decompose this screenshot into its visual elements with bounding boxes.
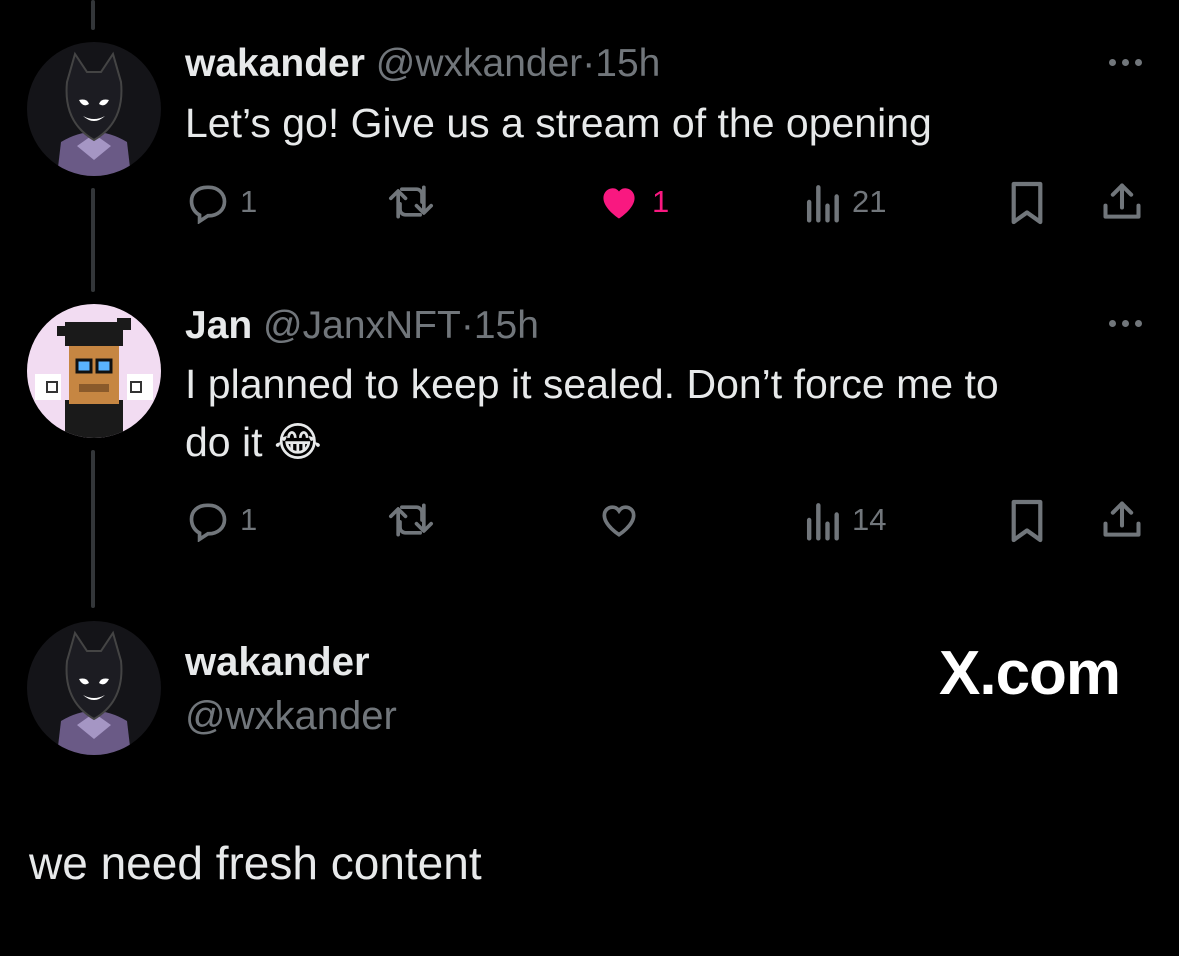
avatar[interactable] xyxy=(27,304,161,438)
more-options-button[interactable] xyxy=(1103,313,1147,333)
share-icon xyxy=(1103,501,1141,537)
like-button[interactable]: 1 xyxy=(596,180,669,224)
author-name[interactable]: Jan xyxy=(185,304,252,347)
reply-button[interactable]: 1 xyxy=(186,498,257,542)
thread-line-2 xyxy=(91,450,95,608)
tweet-text-line: I planned to keep it sealed. Don’t force… xyxy=(185,361,999,407)
bookmark-icon xyxy=(1011,181,1043,225)
avatar[interactable] xyxy=(27,42,161,176)
tweet-text-line: Let’s go! Give us a stream of the openin… xyxy=(185,100,932,146)
share-button[interactable] xyxy=(1100,498,1144,542)
reply-count: 1 xyxy=(240,184,258,219)
more-dot-icon xyxy=(1121,58,1129,66)
retweet-button[interactable] xyxy=(386,498,446,542)
reply-icon xyxy=(189,185,227,224)
retweet-button[interactable] xyxy=(386,180,446,224)
bookmark-button[interactable] xyxy=(1008,498,1046,544)
tweet-text-line: do it 😂 xyxy=(185,419,322,465)
heart-filled-icon xyxy=(603,188,635,219)
card-author-handle[interactable]: @wxkander xyxy=(185,694,397,739)
heart-icon xyxy=(602,505,636,537)
views-button[interactable]: 14 xyxy=(802,498,886,542)
bookmark-icon xyxy=(1011,499,1043,543)
share-button[interactable] xyxy=(1100,180,1144,224)
more-dot-icon xyxy=(1108,58,1116,66)
more-dot-icon xyxy=(1121,319,1129,327)
panther-mask-avatar-icon xyxy=(27,621,161,755)
author-handle[interactable]: @JanxNFT xyxy=(263,304,461,347)
panther-mask-avatar-icon xyxy=(27,42,161,176)
tweet-header: Jan @JanxNFT·15h xyxy=(185,303,539,349)
author-handle[interactable]: @wxkander xyxy=(376,42,583,85)
views-chart-icon xyxy=(806,503,839,541)
tweet-text: Let’s go! Give us a stream of the openin… xyxy=(185,94,932,152)
like-count: 1 xyxy=(652,184,670,219)
reply-icon xyxy=(189,503,227,542)
separator: · xyxy=(582,42,596,85)
caption-text: we need fresh content xyxy=(29,837,482,889)
retweet-icon xyxy=(389,503,433,537)
bookmark-button[interactable] xyxy=(1008,180,1046,226)
avatar[interactable] xyxy=(27,621,161,755)
timestamp[interactable]: 15h xyxy=(474,304,539,347)
tweet-header: wakander @wxkander·15h xyxy=(185,41,660,87)
pixel-ape-avatar-icon xyxy=(27,304,161,438)
timestamp[interactable]: 15h xyxy=(595,42,660,85)
share-icon xyxy=(1103,183,1141,219)
thread-line-1 xyxy=(91,188,95,292)
x-com-logo: X.com xyxy=(939,639,1121,708)
more-dot-icon xyxy=(1134,58,1142,66)
more-dot-icon xyxy=(1134,319,1142,327)
retweet-icon xyxy=(389,185,433,219)
more-dot-icon xyxy=(1108,319,1116,327)
more-options-button[interactable] xyxy=(1103,52,1147,72)
thread-line-top xyxy=(91,0,95,30)
reply-button[interactable]: 1 xyxy=(186,180,257,224)
views-count: 21 xyxy=(852,184,887,219)
separator: · xyxy=(460,304,474,347)
views-count: 14 xyxy=(852,502,887,537)
views-button[interactable]: 21 xyxy=(802,180,886,224)
like-button[interactable] xyxy=(596,498,652,542)
author-name[interactable]: wakander xyxy=(185,42,365,85)
card-author-name[interactable]: wakander xyxy=(185,640,370,685)
reply-count: 1 xyxy=(240,502,258,537)
tweet-text: I planned to keep it sealed. Don’t force… xyxy=(185,355,999,471)
views-chart-icon xyxy=(806,185,839,223)
